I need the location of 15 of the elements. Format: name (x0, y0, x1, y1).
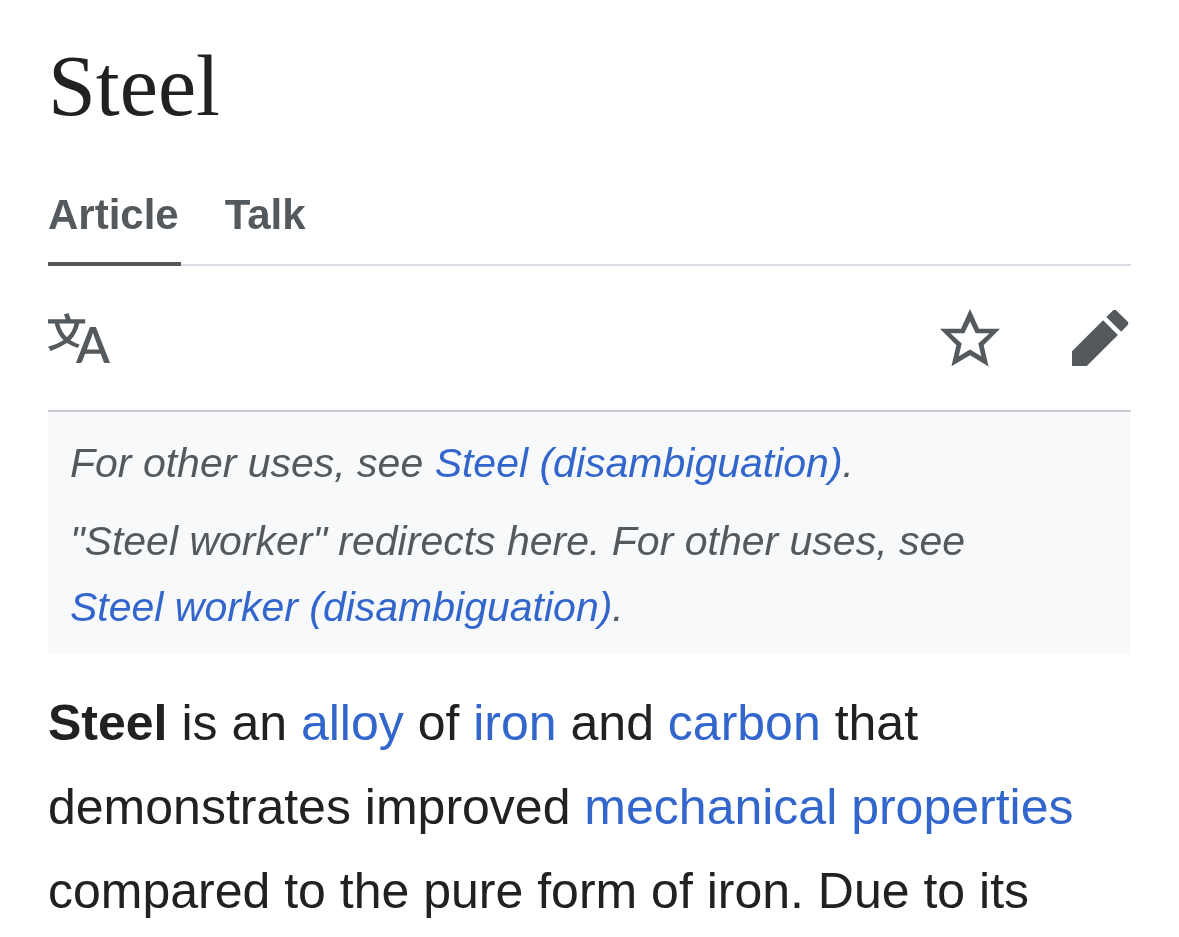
star-icon[interactable] (940, 309, 1000, 367)
article-link[interactable]: iron (473, 695, 557, 751)
page-title: Steel (48, 43, 220, 129)
hatnote-text: "Steel worker" redirects here. For other uses, see Steel worker (disambiguation). (70, 517, 967, 632)
translate-icon[interactable] (48, 313, 110, 363)
pencil-icon[interactable] (1072, 310, 1131, 366)
article-link[interactable]: alloy (300, 695, 404, 751)
hatnote-link[interactable]: Steel worker (disambiguation) (70, 584, 613, 630)
article-link[interactable]: carbon (667, 695, 821, 751)
hatnote-text: For other uses, see Steel (disambiguation). (70, 439, 855, 488)
tab[interactable]: Talk (224, 190, 308, 266)
hatnote-link[interactable]: Steel (disambiguation) (434, 440, 843, 486)
article-paragraph: Steel is an alloy of iron and carbon that demonstrates improved mechanical properties compared to the pure form of iron. Due to its (48, 694, 1075, 921)
tab[interactable]: Article (48, 190, 181, 266)
article-link[interactable]: mechanical properties (584, 779, 1074, 835)
